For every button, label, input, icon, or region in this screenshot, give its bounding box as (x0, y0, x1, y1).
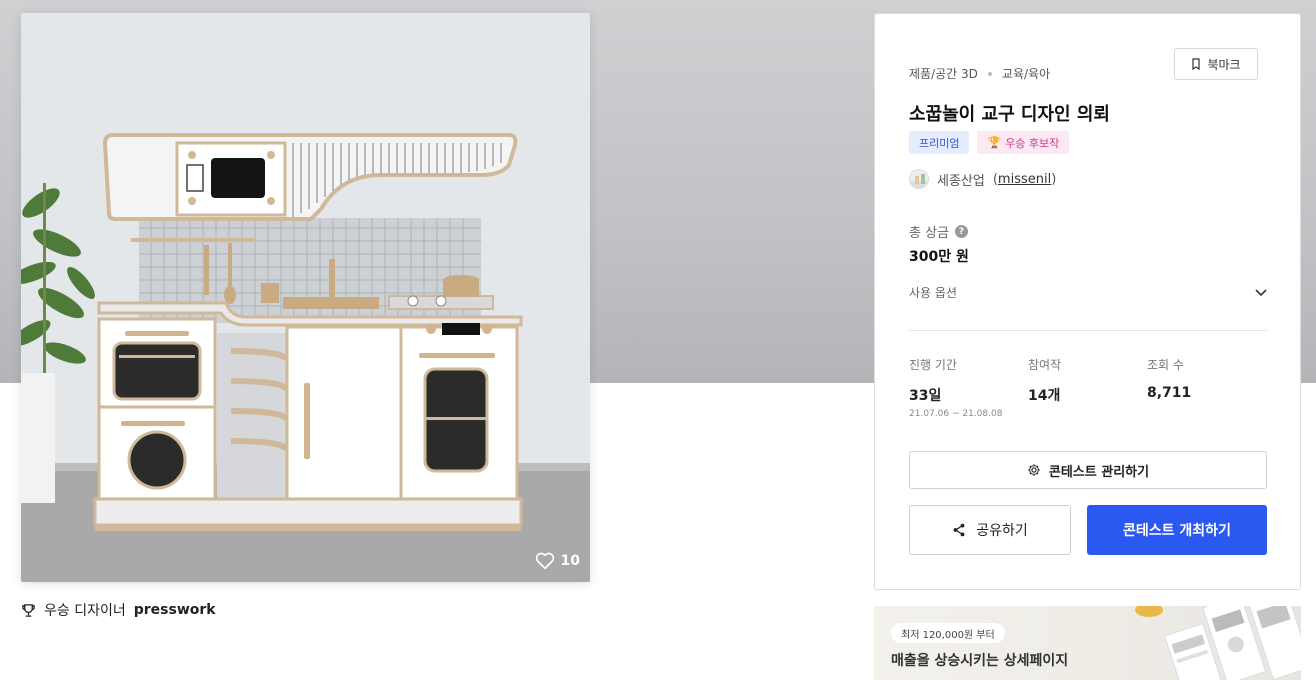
winner-candidate-badge: 🏆 우승 후보작 (977, 131, 1070, 154)
contest-title: 소꿉놀이 교구 디자인 의뢰 (909, 104, 1110, 125)
host-info: 세종산업 (missenil) (909, 169, 1056, 189)
divider (909, 330, 1267, 331)
stat-views: 조회 수 8,711 (1147, 356, 1266, 419)
share-button[interactable]: 공유하기 (909, 505, 1071, 555)
stat-period-label: 진행 기간 (909, 358, 957, 372)
host-id-link[interactable]: missenil (998, 172, 1051, 187)
share-label: 공유하기 (976, 523, 1028, 539)
prize-label: 총 상금 ? (909, 222, 969, 241)
stat-period-value: 33일 (909, 388, 942, 404)
prize-value: 300만 원 (909, 249, 969, 265)
manage-contest-label: 콘테스트 관리하기 (1048, 464, 1150, 480)
trophy-icon (22, 603, 35, 617)
help-icon[interactable]: ? (955, 225, 969, 238)
options-label: 사용 옵션 (909, 286, 957, 300)
stat-entries-value: 14개 (1028, 388, 1061, 404)
stat-views-label: 조회 수 (1147, 358, 1184, 372)
kitchen-illustration (21, 13, 590, 582)
main-image[interactable]: 10 (21, 13, 590, 582)
category-sub[interactable]: 교육/육아 (1002, 65, 1050, 82)
ad-headline: 매출을 상승시키는 상세페이지 (891, 653, 1069, 669)
stat-period-range: 21.07.06 ~ 21.08.08 (909, 409, 1003, 419)
ad-price-pill: 최저 120,000원 부터 (891, 623, 1005, 643)
host-contest-button[interactable]: 콘테스트 개최하기 (1087, 505, 1267, 555)
bookmark-label: 북마크 (1207, 57, 1241, 72)
like-counter[interactable]: 10 (535, 552, 580, 570)
category-main[interactable]: 제품/공간 3D (909, 65, 978, 82)
bookmark-icon (1192, 58, 1201, 70)
bookmark-button[interactable]: 북마크 (1174, 48, 1258, 80)
chevron-down-icon (1255, 288, 1267, 296)
share-icon (953, 523, 965, 537)
winner-name[interactable]: presswork (134, 602, 216, 618)
host-id-close-paren: ) (1051, 171, 1057, 187)
options-dropdown[interactable]: 사용 옵션 (909, 284, 1267, 301)
winner-candidate-label: 우승 후보작 (1005, 136, 1060, 150)
host-avatar[interactable] (909, 169, 929, 189)
stat-views-value: 8,711 (1147, 385, 1192, 401)
stat-entries: 참여작 14개 (1028, 356, 1147, 419)
contest-stats: 진행 기간 33일 21.07.06 ~ 21.08.08 참여작 14개 조회… (909, 356, 1267, 419)
premium-badge: 프리미엄 (909, 131, 970, 154)
host-company: 세종산업 (937, 173, 985, 189)
stat-entries-label: 참여작 (1028, 358, 1062, 372)
ad-illustration (1135, 606, 1301, 680)
like-count: 10 (560, 553, 580, 569)
manage-contest-button[interactable]: 콘테스트 관리하기 (909, 451, 1267, 489)
stat-period: 진행 기간 33일 21.07.06 ~ 21.08.08 (909, 356, 1028, 419)
badge-row: 프리미엄 🏆 우승 후보작 (909, 131, 1070, 154)
category-breadcrumb: 제품/공간 3D 교육/육아 (909, 65, 1050, 82)
category-separator (987, 71, 992, 76)
contest-info-card: 제품/공간 3D 교육/육아 북마크 소꿉놀이 교구 디자인 의뢰 프리미엄 🏆… (874, 13, 1301, 590)
gear-icon (1028, 464, 1040, 476)
heart-icon (535, 552, 554, 570)
prize-label-text: 총 상금 (909, 226, 950, 241)
winner-label: 우승 디자이너 (44, 603, 126, 619)
winner-designer: 우승 디자이너 presswork (21, 600, 216, 620)
trophy-icon: 🏆 (987, 136, 1002, 149)
ad-banner[interactable]: 최저 120,000원 부터 매출을 상승시키는 상세페이지 (874, 606, 1301, 680)
